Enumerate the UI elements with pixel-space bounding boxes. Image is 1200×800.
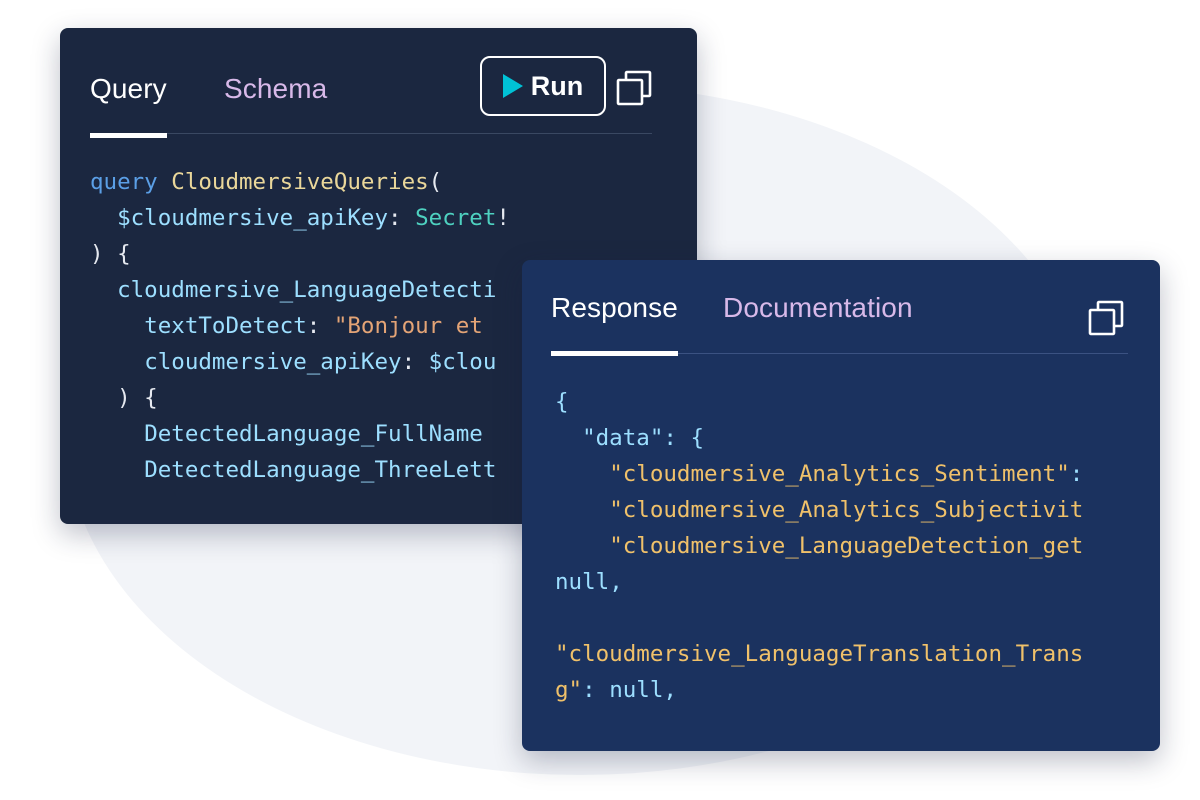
tab-schema[interactable]: Schema (224, 72, 327, 106)
code-line: $cloudmersive_apiKey: Secret! (117, 205, 510, 231)
code-line: DetectedLanguage_FullName (144, 421, 483, 447)
code-line: "cloudmersive_LanguageTranslation_Trans (555, 641, 1084, 667)
code-line: textToDetect: "Bonjour et (144, 313, 483, 339)
query-tabbar: Query Schema Run (90, 28, 652, 138)
code-line: ) { (90, 385, 158, 411)
code-line: ) { (90, 241, 131, 267)
run-button-label: Run (530, 70, 584, 101)
run-button[interactable]: Run (480, 56, 606, 116)
stage: Query Schema Run query CloudmersiveQueri… (0, 0, 1200, 800)
copy-icon[interactable] (1088, 300, 1124, 336)
tab-response[interactable]: Response (551, 291, 678, 356)
code-line: null, (555, 569, 623, 595)
copy-icon[interactable] (616, 70, 652, 106)
code-line: "cloudmersive_Analytics_Sentiment": (609, 461, 1084, 487)
tab-query[interactable]: Query (90, 72, 167, 138)
code-line: "data": { (582, 425, 705, 451)
code-line: DetectedLanguage_ThreeLett (144, 457, 497, 483)
response-panel: Response Documentation { "data": { "clou… (522, 260, 1160, 751)
play-icon (502, 74, 523, 98)
code-line: cloudmersive_LanguageDetecti (117, 277, 497, 303)
tab-documentation[interactable]: Documentation (723, 291, 913, 325)
code-line: { (555, 389, 569, 415)
code-line: "cloudmersive_Analytics_Subjectivit (609, 497, 1084, 523)
response-viewer[interactable]: { "data": { "cloudmersive_Analytics_Sent… (555, 384, 1083, 708)
query-editor[interactable]: query CloudmersiveQueries( $cloudmersive… (90, 164, 510, 488)
code-line: g": null, (555, 677, 677, 703)
code-line: "cloudmersive_LanguageDetection_get (609, 533, 1084, 559)
code-line: cloudmersive_apiKey: $clou (144, 349, 497, 375)
response-tabbar: Response Documentation (551, 260, 1128, 356)
code-line: query CloudmersiveQueries( (90, 169, 443, 195)
